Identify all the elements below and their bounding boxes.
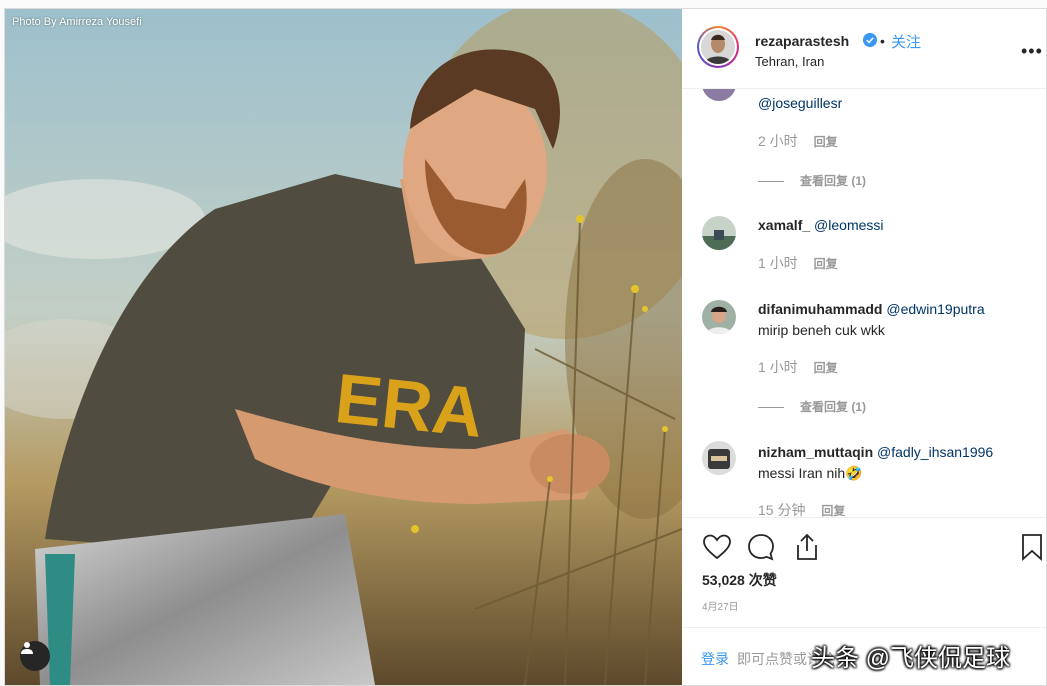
heart-icon[interactable] xyxy=(702,532,732,562)
follow-button[interactable]: 关注 xyxy=(891,31,921,52)
comment-meta: 1 小时 回复 xyxy=(758,253,838,273)
comment-username[interactable]: xamalf_ xyxy=(758,217,810,233)
comment-body: @joseguillesr xyxy=(758,95,842,111)
reply-button[interactable]: 回复 xyxy=(814,257,838,271)
avatar-image xyxy=(701,30,735,64)
view-replies-label: 查看回复 (1) xyxy=(800,400,867,414)
reply-button[interactable]: 回复 xyxy=(814,135,838,149)
comment-body: xamalf_ @leomessi xyxy=(758,217,884,233)
comment-time[interactable]: 2 小时 xyxy=(758,133,798,149)
view-replies-button[interactable]: 查看回复 (1) xyxy=(758,172,866,189)
photo-credit: Photo By Amirreza Yousefi xyxy=(12,16,142,28)
view-replies-button[interactable]: 查看回复 (1) xyxy=(758,398,866,415)
bookmark-icon[interactable] xyxy=(1020,532,1044,562)
comment-avatar[interactable] xyxy=(702,216,736,250)
comment-body: difanimuhammadd @edwin19putra xyxy=(758,301,985,317)
share-icon[interactable] xyxy=(792,532,822,562)
comment-time[interactable]: 1 小时 xyxy=(758,255,798,271)
reply-button[interactable]: 回复 xyxy=(814,361,838,375)
comment-meta: 2 小时 回复 xyxy=(758,131,838,151)
comment-avatar[interactable] xyxy=(702,441,736,475)
verified-badge-icon xyxy=(863,33,877,52)
reply-button[interactable]: 回复 xyxy=(821,504,845,517)
comment-meta: 1 小时 回复 xyxy=(758,357,838,377)
post-actions: 53,028 次赞 4月27日 xyxy=(682,517,1046,627)
comment-mention[interactable]: @fadly_ihsan1996 xyxy=(877,444,993,460)
profile-avatar[interactable] xyxy=(697,26,739,68)
comment-mention[interactable]: @joseguillesr xyxy=(758,95,842,111)
photo-illustration: ERA xyxy=(5,9,682,685)
comment-text: mirip beneh cuk wkk xyxy=(758,322,885,338)
comment-mention[interactable]: @edwin19putra xyxy=(886,301,984,317)
post-username[interactable]: rezaparastesh xyxy=(755,33,849,49)
post-header: rezaparastesh • 关注 Tehran, Iran ••• xyxy=(682,9,1046,89)
comment-time[interactable]: 15 分钟 xyxy=(758,502,805,517)
post-date[interactable]: 4月27日 xyxy=(702,598,739,613)
comment-body: nizham_muttaqin @fadly_ihsan1996 xyxy=(758,444,993,460)
more-options-icon[interactable]: ••• xyxy=(1021,41,1043,62)
header-separator: • xyxy=(880,33,885,49)
comment-meta: 15 分钟 回复 xyxy=(758,500,845,517)
comment-username[interactable]: difanimuhammadd xyxy=(758,301,882,317)
comment-mention[interactable]: @leomessi xyxy=(814,217,883,233)
login-link[interactable]: 登录 xyxy=(701,649,729,669)
comment-avatar[interactable] xyxy=(702,300,736,334)
comment-avatar[interactable] xyxy=(702,89,736,101)
shirt-print: ERA xyxy=(332,359,487,452)
post-side-panel: rezaparastesh • 关注 Tehran, Iran ••• @jos… xyxy=(682,9,1046,685)
user-tag-button[interactable] xyxy=(20,641,50,671)
login-bar: 登录 即可点赞或评论 头条 @飞侠侃足球 xyxy=(682,627,1046,685)
comment-text: messi Iran nih🤣 xyxy=(758,465,863,481)
post-container: ERA Photo By Amirreza Yousefi rezaparast… xyxy=(4,8,1047,686)
comment-username[interactable]: nizham_muttaqin xyxy=(758,444,873,460)
like-count[interactable]: 53,028 次赞 xyxy=(702,570,777,590)
post-photo[interactable]: ERA Photo By Amirreza Yousefi xyxy=(5,9,682,685)
comment-list: @joseguillesr 2 小时 回复 查看回复 (1) xamalf_ @… xyxy=(682,89,1046,517)
comment-time[interactable]: 1 小时 xyxy=(758,359,798,375)
view-replies-label: 查看回复 (1) xyxy=(800,174,867,188)
comment-icon[interactable] xyxy=(746,532,776,562)
person-icon xyxy=(21,642,33,654)
post-location[interactable]: Tehran, Iran xyxy=(755,54,824,69)
watermark-text: 头条 @飞侠侃足球 xyxy=(811,645,1011,672)
